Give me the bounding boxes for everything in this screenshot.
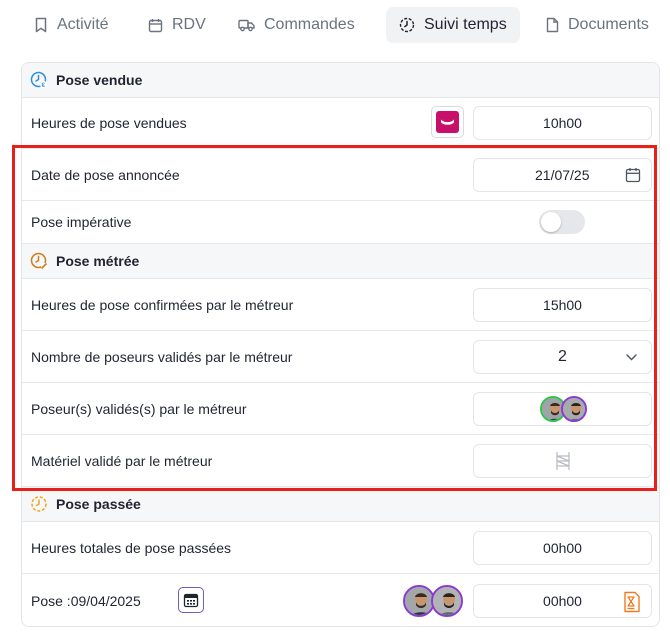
- chevron-down-icon: [626, 354, 637, 361]
- brand-logo-icon: [436, 111, 459, 133]
- tab-label: Suivi temps: [424, 16, 507, 33]
- scaffold-icon: [555, 452, 570, 470]
- row-heures-vendues: Heures de pose vendues 10h00: [22, 98, 659, 149]
- row-pose-date: Pose :09/04/2025 00h00: [22, 574, 659, 626]
- tab-suivi-temps[interactable]: Suivi temps: [386, 7, 520, 43]
- calendar-icon: [183, 593, 199, 608]
- clock-half-icon: [31, 496, 47, 512]
- heures-confirmees-field[interactable]: 15h00: [473, 288, 652, 322]
- section-pose-passee: Pose passée: [22, 487, 659, 522]
- brand-badge[interactable]: [431, 106, 464, 138]
- row-label: Pose :09/04/2025: [31, 593, 141, 609]
- row-heures-passees: Heures totales de pose passées 00h00: [22, 522, 659, 574]
- row-label: Pose impérative: [31, 214, 132, 230]
- section-pose-vendue: € Pose vendue: [22, 63, 659, 98]
- tab-label: Documents: [568, 16, 649, 33]
- tab-bar: Activité RDV Commandes Suivi temps Docum…: [0, 0, 670, 50]
- row-label: Heures de pose vendues: [31, 115, 187, 131]
- row-label: Heures de pose confirmées par le métreur: [31, 296, 294, 313]
- clock-icon: [399, 17, 415, 33]
- heures-vendues-field[interactable]: 10h00: [473, 106, 652, 140]
- tab-label: Commandes: [264, 16, 355, 33]
- tab-commandes[interactable]: Commandes: [225, 7, 368, 43]
- row-label: Nombre de poseurs validés par le métreur: [31, 348, 293, 365]
- pose-date-hours-field[interactable]: 00h00: [473, 584, 652, 618]
- truck-icon: [238, 19, 255, 32]
- row-label: Heures totales de pose passées: [31, 539, 232, 556]
- row-label: Matériel validé par le métreur: [31, 452, 213, 469]
- pose-imperative-toggle[interactable]: [539, 210, 585, 234]
- row-label: Poseur(s) validés(s) par le métreur: [31, 400, 247, 417]
- row-pose-imperative: Pose impérative: [22, 201, 659, 244]
- section-title: Pose métrée: [56, 253, 140, 269]
- tab-documents[interactable]: Documents: [533, 7, 662, 43]
- row-materiel-valide: Matériel validé par le métreur: [22, 435, 659, 487]
- nombre-poseurs-select[interactable]: 2: [473, 340, 652, 374]
- tab-label: RDV: [172, 16, 206, 33]
- avatar[interactable]: [431, 585, 463, 617]
- section-title: Pose vendue: [56, 72, 143, 88]
- row-label: Date de pose annoncée: [31, 166, 180, 183]
- calendar-icon[interactable]: [625, 167, 641, 183]
- row-date-annoncee: Date de pose annoncée 21/07/25: [22, 149, 659, 201]
- tab-label: Activité: [57, 16, 109, 33]
- row-heures-confirmees: Heures de pose confirmées par le métreur…: [22, 279, 659, 331]
- clock-euro-icon: €: [30, 71, 48, 89]
- row-poseurs-valides: Poseur(s) validés(s) par le métreur: [22, 383, 659, 435]
- materiel-valide-field[interactable]: [473, 444, 652, 478]
- time-tracking-card: € Pose vendue Heures de pose vendues 10h…: [21, 62, 660, 627]
- tab-activite[interactable]: Activité: [21, 7, 122, 43]
- document-icon: [546, 17, 559, 33]
- section-pose-metree: Pose métrée: [22, 244, 659, 279]
- calendar-button[interactable]: [178, 587, 204, 613]
- row-nombre-poseurs: Nombre de poseurs validés par le métreur…: [22, 331, 659, 383]
- hourglass-file-icon[interactable]: [623, 591, 641, 613]
- calendar-icon: [148, 18, 163, 32]
- toggle-knob: [541, 212, 561, 232]
- date-pose-input[interactable]: 21/07/25: [473, 158, 652, 192]
- section-title: Pose passée: [56, 496, 141, 512]
- avatar[interactable]: [561, 396, 587, 422]
- poseurs-valides-field[interactable]: [473, 392, 652, 426]
- tab-rdv[interactable]: RDV: [135, 7, 219, 43]
- heures-passees-field[interactable]: 00h00: [473, 531, 652, 565]
- clock-ruler-icon: [30, 252, 48, 270]
- bookmark-icon: [35, 17, 47, 33]
